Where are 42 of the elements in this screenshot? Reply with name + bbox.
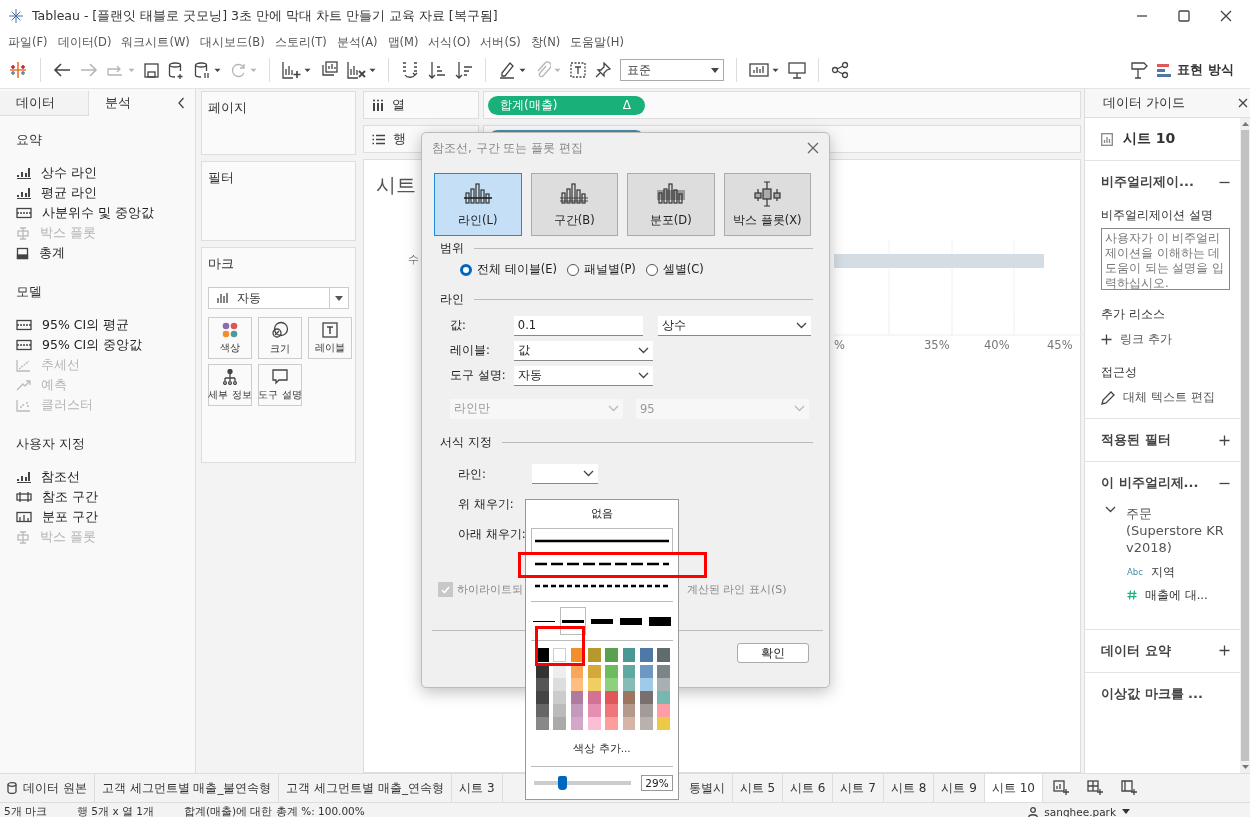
axis-label: 수 [408,252,419,267]
card-title: 마크 [208,256,235,273]
window-title: Tableau - [플랜잇 태블로 굿모닝] 3초 만에 막대 차트 만들기 교육 자료 [복구됨] [32,7,499,25]
section-title: 모델 [16,283,43,301]
string-type-icon: Abc [1127,567,1143,578]
field-label: 위 채우기: [458,496,515,512]
status-text: 행 5개 x 열 1개 [77,804,154,817]
shelf-label: 열 [392,96,405,114]
shelf-label: 행 [393,130,406,148]
field-label: 접근성 [1101,364,1138,381]
checkbox-label: 하이라이트되 [457,582,523,597]
group-title: 범위 [440,241,464,256]
card-title: 필터 [208,170,235,187]
checkbox-label: 계산된 라인 표시(S) [687,582,787,597]
section-title: 적용된 필터 [1101,431,1171,449]
status-text: 5개 마크 [4,804,48,817]
field-label: 값: [450,318,467,333]
dialog-title: 참조선, 구간 또는 플롯 편집 [432,139,584,157]
field-label: 도구 설명: [450,368,507,383]
sheet-name: 시트 10 [1123,130,1176,148]
sheet-title: 시트 [376,172,416,199]
axis-tick-label: % [834,338,845,352]
section-title: 요약 [16,131,43,149]
axis-tick-label: 35% [924,338,950,352]
field-label: 아래 채우기: [458,526,526,542]
field-label: 레이블: [450,343,491,358]
card-title: 페이지 [208,100,248,117]
group-title: 라인 [440,292,464,307]
field-label: 추가 리소스 [1101,306,1166,323]
section-title: 사용자 지정 [16,435,87,453]
status-text: 합계(매출)에 대한 총계 %: 100.00% [183,804,365,817]
section-title: 비주얼리제이... [1101,173,1194,191]
field-label: 비주얼리제이션 설명 [1101,207,1214,224]
section-title: 이 비주얼리제... [1101,474,1199,492]
axis-tick-label: 40% [984,338,1010,352]
opacity-reading: 29% [641,775,673,791]
section-title: 이상값 마크를 ... [1101,684,1203,703]
field-label: 라인: [458,466,487,482]
group-title: 서식 지정 [440,435,492,450]
panel-title: 데이터 가이드 [1103,94,1185,112]
section-title: 데이터 요약 [1101,641,1171,660]
axis-tick-label: 45% [1047,338,1073,352]
